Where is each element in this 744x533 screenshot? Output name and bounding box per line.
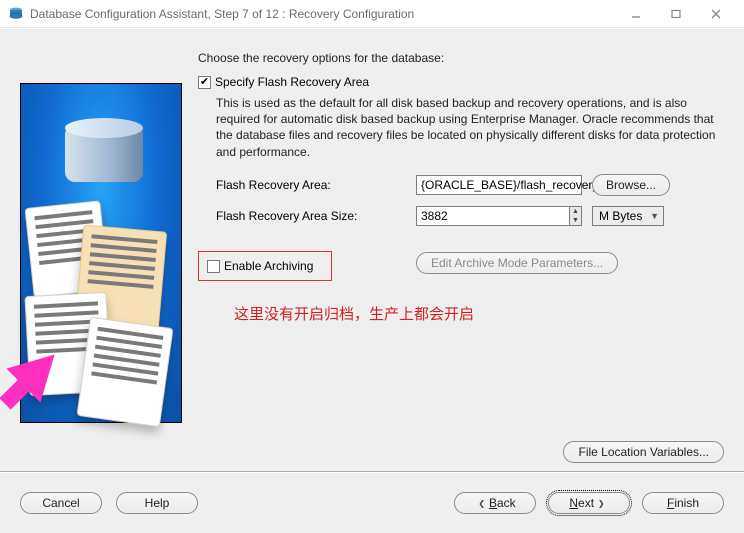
edit-archive-mode-button: Edit Archive Mode Parameters... bbox=[416, 252, 618, 274]
spinner-down-icon[interactable]: ▼ bbox=[570, 216, 581, 225]
back-arrow-icon: ❮ bbox=[478, 497, 485, 510]
spinner-up-icon[interactable]: ▲ bbox=[570, 207, 581, 216]
annotation-text: 这里没有开启归档，生产上都会开启 bbox=[234, 303, 474, 324]
help-button[interactable]: Help bbox=[116, 492, 198, 514]
flash-area-input[interactable]: {ORACLE_BASE}/flash_recovery_ bbox=[416, 175, 582, 195]
app-icon bbox=[8, 6, 24, 22]
specify-flash-recovery-checkbox[interactable]: ✔ bbox=[198, 76, 211, 89]
instruction-text: Choose the recovery options for the data… bbox=[198, 51, 444, 65]
back-mnemonic: B bbox=[489, 496, 497, 510]
enable-archiving-label: Enable Archiving bbox=[224, 259, 313, 273]
flash-size-label: Flash Recovery Area Size: bbox=[216, 209, 416, 223]
next-label-suffix: ext bbox=[578, 496, 594, 510]
finish-button[interactable]: Finish bbox=[642, 492, 724, 514]
chevron-down-icon: ▼ bbox=[650, 211, 659, 221]
flash-size-spinner[interactable]: ▲ ▼ bbox=[570, 206, 582, 226]
next-arrow-icon: ❯ bbox=[598, 497, 605, 510]
size-unit-combo[interactable]: M Bytes ▼ bbox=[592, 206, 664, 226]
back-label-suffix: ack bbox=[497, 496, 516, 510]
flash-recovery-description: This is used as the default for all disk… bbox=[216, 95, 724, 160]
cancel-button[interactable]: Cancel bbox=[20, 492, 102, 514]
wizard-button-bar: Cancel Help ❮ Back Next ❯ Finish bbox=[0, 471, 744, 533]
maximize-button[interactable] bbox=[656, 2, 696, 26]
close-button[interactable] bbox=[696, 2, 736, 26]
next-button[interactable]: Next ❯ bbox=[548, 492, 630, 514]
enable-archiving-checkbox[interactable] bbox=[207, 260, 220, 273]
specify-flash-recovery-label: Specify Flash Recovery Area bbox=[215, 75, 369, 89]
flash-size-input[interactable]: 3882 bbox=[416, 206, 570, 226]
titlebar: Database Configuration Assistant, Step 7… bbox=[0, 0, 744, 28]
wizard-side-image bbox=[20, 83, 182, 423]
browse-button[interactable]: Browse... bbox=[592, 174, 670, 196]
minimize-button[interactable] bbox=[616, 2, 656, 26]
file-location-variables-button[interactable]: File Location Variables... bbox=[563, 441, 724, 463]
finish-mnemonic: F bbox=[667, 496, 674, 510]
back-button[interactable]: ❮ Back bbox=[454, 492, 536, 514]
flash-area-label: Flash Recovery Area: bbox=[216, 178, 416, 192]
next-mnemonic: N bbox=[569, 496, 578, 510]
finish-label-suffix: inish bbox=[674, 496, 699, 510]
window-title: Database Configuration Assistant, Step 7… bbox=[30, 7, 414, 21]
enable-archiving-highlight: Enable Archiving bbox=[198, 251, 332, 281]
size-unit-value: M Bytes bbox=[599, 209, 642, 223]
